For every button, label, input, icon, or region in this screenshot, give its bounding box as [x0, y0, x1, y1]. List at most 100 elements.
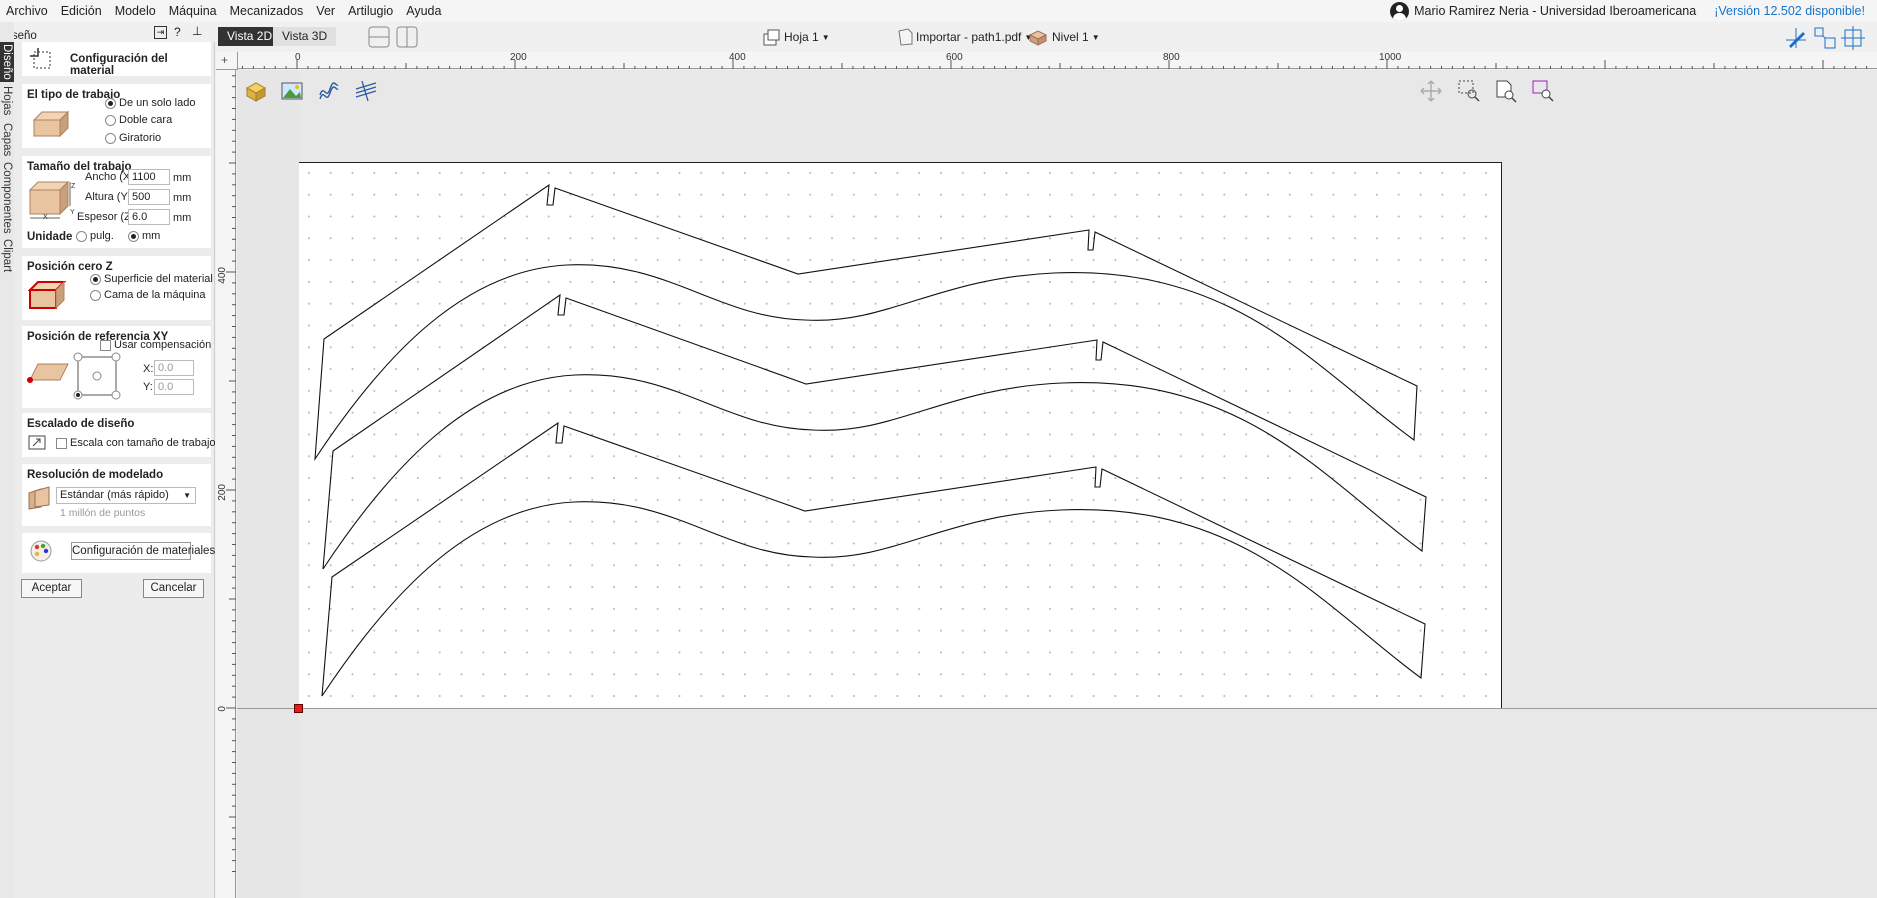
menu-artilugio[interactable]: Artilugio: [342, 0, 399, 22]
menu-mecanizados[interactable]: Mecanizados: [224, 0, 310, 22]
use-offset-option[interactable]: Usar compensación: [100, 339, 211, 351]
job-rotary[interactable]: Giratorio: [105, 132, 161, 144]
split-vertical-icon[interactable]: [396, 26, 418, 48]
material-setup-panel: Configuración del material ⇥ ? ⊥ El tipo…: [14, 24, 219, 898]
materials-card: Configuración de materiales: [22, 533, 215, 573]
ruler-corner[interactable]: +: [216, 52, 238, 70]
palette-icon: [30, 540, 52, 562]
tab-clipart[interactable]: Clipart: [0, 236, 14, 276]
level-icon: [1028, 30, 1048, 46]
accept-button[interactable]: Aceptar: [21, 579, 82, 598]
xy-origin-material-icon: [27, 363, 69, 383]
origin-marker[interactable]: [294, 704, 303, 713]
transform-tool-icon[interactable]: [1813, 26, 1837, 50]
radio-unit-inch[interactable]: [76, 230, 87, 242]
pin-icon[interactable]: ⊥: [192, 24, 202, 38]
thickness-unit: mm: [173, 212, 192, 224]
level-label: Nivel 1: [1052, 30, 1089, 44]
menu-modelo[interactable]: Modelo: [109, 0, 162, 22]
radio-single-sided[interactable]: [105, 97, 116, 109]
collapse-panel-icon[interactable]: ⇥: [154, 26, 167, 39]
z-zero-surface[interactable]: Superficie del material: [90, 273, 213, 285]
radio-double-sided[interactable]: [105, 114, 116, 126]
x-offset-input[interactable]: 0.0: [154, 360, 194, 376]
scale-with-job-checkbox[interactable]: [56, 437, 67, 449]
width-unit: mm: [173, 172, 192, 184]
menu-ver[interactable]: Ver: [310, 0, 341, 22]
svg-text:Y: Y: [70, 209, 75, 216]
y-offset-label: Y:: [143, 381, 153, 393]
resolution-select[interactable]: Estándar (más rápido) ▼: [56, 487, 196, 504]
y-offset-input[interactable]: 0.0: [154, 379, 194, 395]
horizontal-ruler: 0 200 400 600 800 1000: [238, 52, 1877, 69]
z-zero-card: Posición cero Z Superficie del material …: [22, 256, 213, 320]
job-size-axes-icon: X Y Z: [28, 180, 76, 220]
panel-title-card: Configuración del material ⇥ ? ⊥: [22, 24, 211, 77]
align-tool-icon[interactable]: [1841, 26, 1865, 50]
xy-origin-selector[interactable]: [70, 352, 122, 400]
svg-text:X: X: [43, 214, 48, 220]
user-avatar-icon[interactable]: [1390, 1, 1410, 21]
tab-hojas[interactable]: Hojas: [0, 84, 14, 118]
scaling-title: Escalado de diseño: [27, 418, 135, 430]
tab-diseno[interactable]: Diseño: [0, 42, 14, 82]
wing-part-1[interactable]: [314, 183, 1418, 462]
job-size-card: Tamaño del trabajo X Y Z Ancho (X): 1100…: [22, 156, 211, 248]
snap-tool-icon[interactable]: [1784, 26, 1808, 50]
use-offset-checkbox[interactable]: [100, 339, 111, 351]
units-label: Unidade: [27, 231, 73, 243]
split-horizontal-icon[interactable]: [368, 26, 390, 48]
job-single-sided-label: De un solo lado: [119, 97, 196, 109]
tab-view-2d[interactable]: Vista 2D: [218, 27, 282, 46]
user-name: Mario Ramirez Neria - Universidad Iberoa…: [1414, 4, 1697, 18]
resolution-layers-icon: [28, 486, 50, 510]
scale-with-job-option[interactable]: Escala con tamaño de trabajo.: [56, 437, 219, 449]
unit-mm[interactable]: mm: [128, 230, 160, 242]
radio-unit-mm[interactable]: [128, 230, 139, 242]
z-zero-surface-label: Superficie del material: [104, 273, 213, 285]
level-chevron-icon: ▼: [1091, 32, 1100, 42]
menu-archivo[interactable]: Archivo: [0, 0, 54, 22]
wing-part-3[interactable]: [321, 421, 1426, 697]
ruler-y-ticks: [226, 75, 236, 872]
width-input[interactable]: 1100: [128, 169, 170, 185]
height-input[interactable]: 500: [128, 189, 170, 205]
z-zero-material-icon: [28, 280, 67, 310]
ruler-x-ticks: [242, 60, 1868, 69]
tab-view-3d[interactable]: Vista 3D: [273, 27, 337, 46]
radio-z-bed[interactable]: [90, 289, 101, 301]
use-offset-label: Usar compensación: [114, 339, 212, 351]
level-selector[interactable]: Nivel 1 ▼: [1028, 28, 1100, 46]
menu-edicion[interactable]: Edición: [55, 0, 108, 22]
sheet-selector[interactable]: Hoja 1 ▼: [762, 28, 830, 46]
tab-componentes[interactable]: Componentes: [0, 162, 14, 234]
chevron-down-icon: ▼: [183, 491, 191, 500]
vertical-ruler: 400 200 0: [216, 70, 236, 898]
radio-rotary[interactable]: [105, 132, 116, 144]
resolution-title: Resolución de modelado: [27, 469, 164, 481]
unit-inch[interactable]: pulg.: [76, 230, 114, 242]
tab-capas[interactable]: Capas: [0, 122, 14, 158]
panel-title: Configuración del material: [70, 53, 168, 77]
import-selector[interactable]: Importar - path1.pdf ▼: [896, 28, 1032, 46]
job-rotary-label: Giratorio: [119, 132, 162, 144]
job-single-sided[interactable]: De un solo lado: [105, 97, 195, 109]
z-zero-bed[interactable]: Cama de la máquina: [90, 289, 206, 301]
xy-reference-card: Posición de referencia XY Usar compensac…: [22, 326, 211, 408]
cancel-button[interactable]: Cancelar: [143, 579, 204, 598]
unit-mm-label: mm: [142, 230, 161, 242]
sheet-icon: [763, 29, 780, 46]
job-double-sided-label: Doble cara: [119, 114, 173, 126]
version-link[interactable]: ¡Versión 12.502 disponible!: [1714, 4, 1865, 18]
sheet-label: Hoja 1: [784, 30, 819, 44]
wing-part-2[interactable]: [322, 293, 1427, 570]
help-icon[interactable]: ?: [174, 25, 181, 39]
menu-maquina[interactable]: Máquina: [163, 0, 223, 22]
sheet-chevron-icon: ▼: [821, 32, 830, 42]
job-double-sided[interactable]: Doble cara: [105, 114, 172, 126]
material-settings-button[interactable]: Configuración de materiales: [71, 542, 215, 560]
design-canvas[interactable]: [237, 70, 1877, 898]
radio-z-surface[interactable]: [90, 273, 101, 285]
thickness-input[interactable]: 6.0: [128, 209, 170, 225]
menu-ayuda[interactable]: Ayuda: [400, 0, 447, 22]
